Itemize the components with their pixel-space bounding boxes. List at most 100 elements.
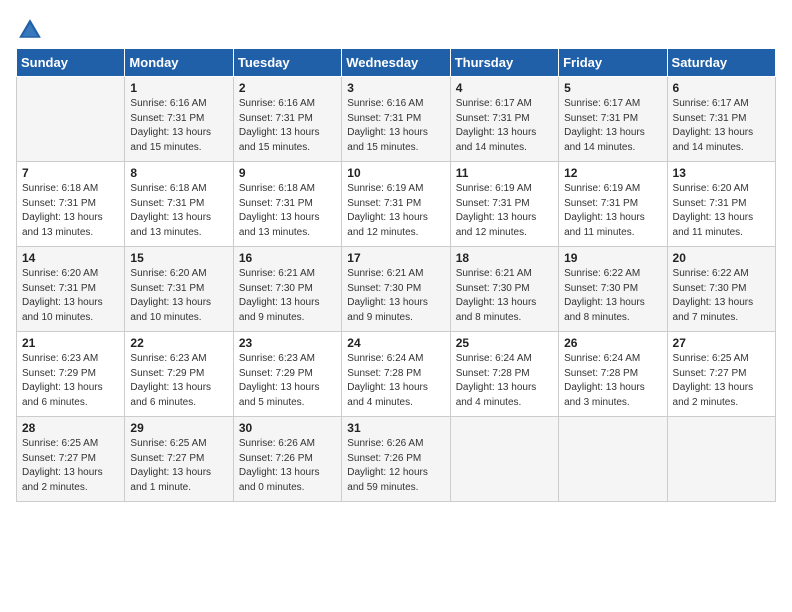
day-header-saturday: Saturday: [667, 49, 775, 77]
calendar-cell: 1Sunrise: 6:16 AMSunset: 7:31 PMDaylight…: [125, 77, 233, 162]
calendar-cell: 21 Sunrise: 6:23 AMSunset: 7:29 PMDayligh…: [17, 332, 125, 417]
day-info: Sunrise: 6:16 AMSunset: 7:31 PMDaylight:…: [347, 97, 444, 155]
day-info: Sunrise: 6:23 AMSunset: 7:29 PMDaylight:…: [22, 352, 119, 410]
calendar-cell: 14 Sunrise: 6:20 AMSunset: 7:31 PMDayligh…: [17, 247, 125, 332]
day-number: 14: [22, 251, 119, 265]
day-info: Sunrise: 6:25 AMSunset: 7:27 PMDaylight:…: [673, 352, 770, 410]
day-number: 21: [22, 336, 119, 350]
calendar-cell: 23 Sunrise: 6:23 AMSunset: 7:29 PMDayligh…: [233, 332, 341, 417]
day-number: 30: [239, 421, 336, 435]
day-info: Sunrise: 6:16 AMSunset: 7:31 PMDaylight:…: [239, 97, 336, 155]
calendar-cell: 25Sunrise: 6:24 AMSunset: 7:28 PMDayligh…: [450, 332, 558, 417]
day-info: Sunrise: 6:17 AMSunset: 7:31 PMDaylight:…: [456, 97, 553, 155]
calendar-cell: 10 Sunrise: 6:19 AMSunset: 7:31 PMDayligh…: [342, 162, 450, 247]
day-info: Sunrise: 6:26 AMSunset: 7:26 PMDaylight:…: [347, 437, 444, 495]
calendar-cell: 4 Sunrise: 6:17 AMSunset: 7:31 PMDaylight…: [450, 77, 558, 162]
day-info: Sunrise: 6:22 AMSunset: 7:30 PMDaylight:…: [564, 267, 661, 325]
day-info: Sunrise: 6:22 AMSunset: 7:30 PMDaylight:…: [673, 267, 770, 325]
calendar-cell: 6 Sunrise: 6:17 AMSunset: 7:31 PMDaylight…: [667, 77, 775, 162]
calendar-cell: 28Sunrise: 6:25 AMSunset: 7:27 PMDayligh…: [17, 417, 125, 502]
calendar-cell: 12 Sunrise: 6:19 AMSunset: 7:31 PMDayligh…: [559, 162, 667, 247]
calendar-cell: 30 Sunrise: 6:26 AMSunset: 7:26 PMDayligh…: [233, 417, 341, 502]
day-number: 4: [456, 81, 553, 95]
day-number: 2: [239, 81, 336, 95]
day-info: Sunrise: 6:24 AMSunset: 7:28 PMDaylight:…: [564, 352, 661, 410]
calendar-cell: 9 Sunrise: 6:18 AMSunset: 7:31 PMDaylight…: [233, 162, 341, 247]
day-header-thursday: Thursday: [450, 49, 558, 77]
week-row: 28Sunrise: 6:25 AMSunset: 7:27 PMDayligh…: [17, 417, 776, 502]
day-number: 19: [564, 251, 661, 265]
calendar-cell: 3 Sunrise: 6:16 AMSunset: 7:31 PMDaylight…: [342, 77, 450, 162]
day-number: 12: [564, 166, 661, 180]
calendar-cell: 29Sunrise: 6:25 AMSunset: 7:27 PMDayligh…: [125, 417, 233, 502]
day-info: Sunrise: 6:20 AMSunset: 7:31 PMDaylight:…: [130, 267, 227, 325]
calendar-cell: 19 Sunrise: 6:22 AMSunset: 7:30 PMDayligh…: [559, 247, 667, 332]
calendar-cell: 13 Sunrise: 6:20 AMSunset: 7:31 PMDayligh…: [667, 162, 775, 247]
day-number: 31: [347, 421, 444, 435]
day-info: Sunrise: 6:20 AMSunset: 7:31 PMDaylight:…: [22, 267, 119, 325]
calendar-cell: 16 Sunrise: 6:21 AMSunset: 7:30 PMDayligh…: [233, 247, 341, 332]
day-number: 18: [456, 251, 553, 265]
day-info: Sunrise: 6:21 AMSunset: 7:30 PMDaylight:…: [456, 267, 553, 325]
day-info: Sunrise: 6:18 AMSunset: 7:31 PMDaylight:…: [130, 182, 227, 240]
calendar-cell: 24Sunrise: 6:24 AMSunset: 7:28 PMDayligh…: [342, 332, 450, 417]
day-number: 24: [347, 336, 444, 350]
calendar-cell: 20 Sunrise: 6:22 AMSunset: 7:30 PMDayligh…: [667, 247, 775, 332]
day-info: Sunrise: 6:19 AMSunset: 7:31 PMDaylight:…: [564, 182, 661, 240]
day-number: 7: [22, 166, 119, 180]
day-number: 8: [130, 166, 227, 180]
day-number: 6: [673, 81, 770, 95]
day-number: 20: [673, 251, 770, 265]
day-number: 25: [456, 336, 553, 350]
day-info: Sunrise: 6:23 AMSunset: 7:29 PMDaylight:…: [239, 352, 336, 410]
calendar-cell: 15 Sunrise: 6:20 AMSunset: 7:31 PMDayligh…: [125, 247, 233, 332]
day-info: Sunrise: 6:21 AMSunset: 7:30 PMDaylight:…: [347, 267, 444, 325]
day-number: 11: [456, 166, 553, 180]
day-info: Sunrise: 6:21 AMSunset: 7:30 PMDaylight:…: [239, 267, 336, 325]
day-info: Sunrise: 6:25 AMSunset: 7:27 PMDaylight:…: [130, 437, 227, 495]
day-info: Sunrise: 6:23 AMSunset: 7:29 PMDaylight:…: [130, 352, 227, 410]
calendar-cell: 26 Sunrise: 6:24 AMSunset: 7:28 PMDayligh…: [559, 332, 667, 417]
day-number: 22: [130, 336, 227, 350]
calendar-cell: 8 Sunrise: 6:18 AMSunset: 7:31 PMDaylight…: [125, 162, 233, 247]
logo: [16, 16, 48, 44]
day-info: Sunrise: 6:18 AMSunset: 7:31 PMDaylight:…: [239, 182, 336, 240]
day-number: 27: [673, 336, 770, 350]
calendar-cell: 27 Sunrise: 6:25 AMSunset: 7:27 PMDayligh…: [667, 332, 775, 417]
calendar-cell: 7 Sunrise: 6:18 AMSunset: 7:31 PMDaylight…: [17, 162, 125, 247]
calendar-cell: [450, 417, 558, 502]
day-number: 10: [347, 166, 444, 180]
day-number: 1: [130, 81, 227, 95]
day-info: Sunrise: 6:18 AMSunset: 7:31 PMDaylight:…: [22, 182, 119, 240]
day-info: Sunrise: 6:25 AMSunset: 7:27 PMDaylight:…: [22, 437, 119, 495]
week-row: 1 Sunrise: 6:16 AMSunset: 7:31 PMDaylight…: [17, 77, 776, 162]
day-number: 3: [347, 81, 444, 95]
day-info: Sunrise: 6:19 AMSunset: 7:31 PMDaylight:…: [347, 182, 444, 240]
week-row: 21 Sunrise: 6:23 AMSunset: 7:29 PMDayligh…: [17, 332, 776, 417]
calendar-cell: [17, 77, 125, 162]
calendar-cell: 18 Sunrise: 6:21 AMSunset: 7:30 PMDayligh…: [450, 247, 558, 332]
day-number: 23: [239, 336, 336, 350]
day-header-monday: Monday: [125, 49, 233, 77]
day-info: Sunrise: 6:26 AMSunset: 7:26 PMDaylight:…: [239, 437, 336, 495]
calendar-cell: [667, 417, 775, 502]
day-header-tuesday: Tuesday: [233, 49, 341, 77]
day-info: Sunrise: 6:17 AMSunset: 7:31 PMDaylight:…: [564, 97, 661, 155]
day-info: Sunrise: 6:20 AMSunset: 7:31 PMDaylight:…: [673, 182, 770, 240]
page-header: [16, 16, 776, 44]
calendar-cell: 17Sunrise: 6:21 AMSunset: 7:30 PMDayligh…: [342, 247, 450, 332]
day-number: 9: [239, 166, 336, 180]
logo-icon: [16, 16, 44, 44]
day-number: 15: [130, 251, 227, 265]
day-info: Sunrise: 6:19 AMSunset: 7:31 PMDaylight:…: [456, 182, 553, 240]
day-number: 13: [673, 166, 770, 180]
calendar-cell: 2 Sunrise: 6:16 AMSunset: 7:31 PMDaylight…: [233, 77, 341, 162]
week-row: 14 Sunrise: 6:20 AMSunset: 7:31 PMDayligh…: [17, 247, 776, 332]
calendar-table: SundayMondayTuesdayWednesdayThursdayFrid…: [16, 48, 776, 502]
day-number: 26: [564, 336, 661, 350]
calendar-cell: 22 Sunrise: 6:23 AMSunset: 7:29 PMDayligh…: [125, 332, 233, 417]
day-info: Sunrise: 6:17 AMSunset: 7:31 PMDaylight:…: [673, 97, 770, 155]
day-header-sunday: Sunday: [17, 49, 125, 77]
day-number: 16: [239, 251, 336, 265]
day-number: 5: [564, 81, 661, 95]
